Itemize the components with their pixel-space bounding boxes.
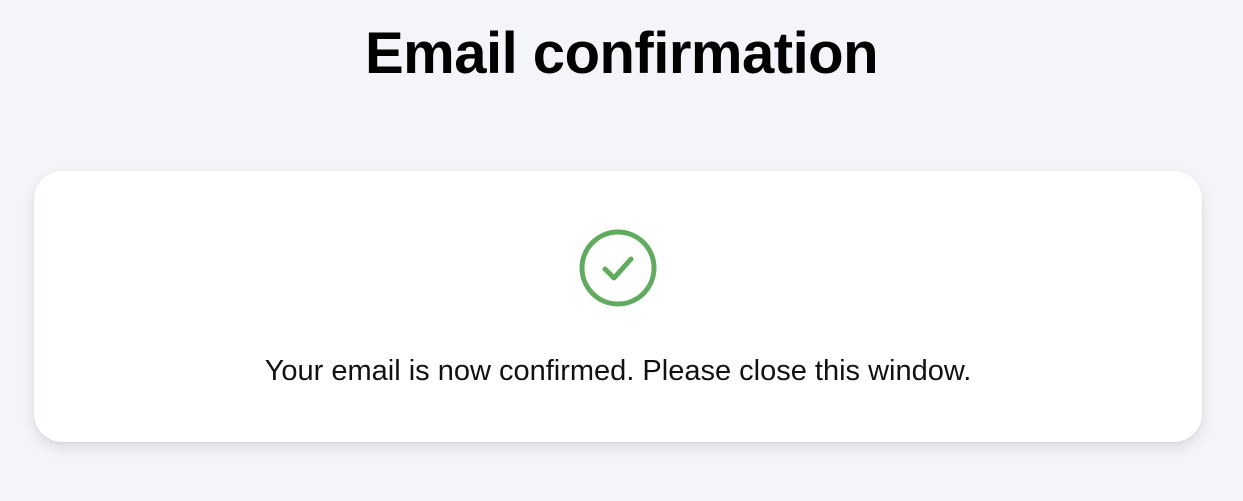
page-title: Email confirmation <box>364 21 879 86</box>
confirmation-card: Your email is now confirmed. Please clos… <box>34 171 1202 442</box>
check-circle-icon <box>578 228 658 308</box>
confirmation-message: Your email is now confirmed. Please clos… <box>264 355 972 387</box>
